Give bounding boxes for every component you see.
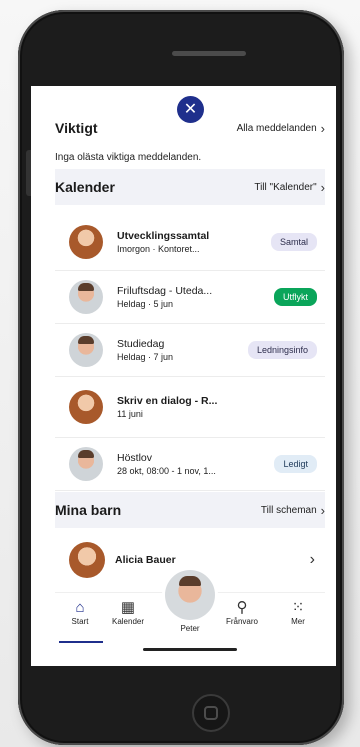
close-icon: ✕ [183,100,198,118]
alla-meddelanden-label: Alla meddelanden [236,122,317,134]
avatar [69,333,103,367]
kalender-header: Kalender Till "Kalender" › [55,169,325,205]
tab-label: Kalender [111,617,145,626]
event-title: Utvecklingssamtal [117,230,210,242]
event-tag: Samtal [270,233,317,251]
home-button[interactable] [192,694,230,732]
tab-active-indicator [59,641,103,643]
profile-label: Peter [180,624,200,633]
mina-barn-header: Mina barn Till scheman › [55,492,325,528]
grid-icon: ⁙ [291,599,305,616]
tab-mer[interactable]: ⁙ Mer [273,599,323,626]
kalender-title: Kalender [55,179,115,195]
till-scheman-link[interactable]: Till scheman › [261,503,325,518]
event-subtitle: Imorgon · Kontoret... [117,244,200,254]
event-title: Höstlov [117,452,153,464]
child-name: Alicia Bauer [115,554,176,566]
mina-barn-title: Mina barn [55,502,122,518]
event-tag: Ledningsinfo [247,341,317,359]
list-item[interactable]: Friluftsdag - Uteda... Heldag · 5 jun Ut… [55,271,325,324]
list-item[interactable]: Studiedag Heldag · 7 jun Ledningsinfo [55,324,325,377]
avatar [69,542,105,578]
alla-meddelanden-link[interactable]: Alla meddelanden › [237,121,325,136]
avatar [69,225,103,259]
tab-label: Frånvaro [225,617,258,626]
app-screen: Viktigt Alla meddelanden › ✕ Inga olästa… [31,86,336,666]
list-item[interactable]: Skriv en dialog - R... 11 juni [55,377,325,438]
chevron-right-icon: › [309,551,315,568]
home-button-icon [204,706,218,720]
chevron-right-icon: › [320,120,325,136]
tab-kalender[interactable]: ▦ Kalender [103,599,153,626]
event-title: Friluftsdag - Uteda... [117,285,213,297]
event-tag: Ledigt [274,455,317,473]
tab-franvaro[interactable]: ⚲ Frånvaro [217,599,267,626]
tab-label: Start [71,617,89,626]
event-title: Skriv en dialog - R... [117,395,218,407]
event-subtitle: 11 juni [117,409,143,419]
list-item[interactable]: Utvecklingssamtal Imorgon · Kontoret... … [55,214,325,271]
event-subtitle: Heldag · 7 jun [117,352,174,362]
viktigt-title: Viktigt [55,120,98,136]
chevron-right-icon: › [320,179,325,195]
tab-label: Mer [291,617,305,626]
list-item[interactable]: Höstlov 28 okt, 08:00 - 1 nov, 1... Ledi… [55,438,325,491]
event-title: Studiedag [117,338,165,350]
close-button[interactable]: ✕ [177,96,204,123]
calendar-icon: ▦ [120,599,136,616]
till-scheman-label: Till scheman [260,504,317,516]
empty-notice: Inga olästa viktiga meddelanden. [55,152,202,163]
home-icon: ⌂ [75,599,85,616]
tab-start[interactable]: ⌂ Start [55,599,105,643]
chevron-right-icon: › [320,502,325,518]
event-tag: Utflykt [273,288,317,306]
profile-avatar-button[interactable] [165,570,215,620]
event-subtitle: Heldag · 5 jun [117,299,174,309]
absence-icon: ⚲ [236,599,248,616]
till-kalender-link[interactable]: Till "Kalender" › [254,180,325,195]
event-subtitle: 28 okt, 08:00 - 1 nov, 1... [117,466,216,476]
avatar [69,280,103,314]
speaker-grille [172,51,246,56]
till-kalender-label: Till "Kalender" [254,181,317,193]
avatar [69,390,103,424]
home-indicator [143,648,237,651]
avatar [69,447,103,481]
